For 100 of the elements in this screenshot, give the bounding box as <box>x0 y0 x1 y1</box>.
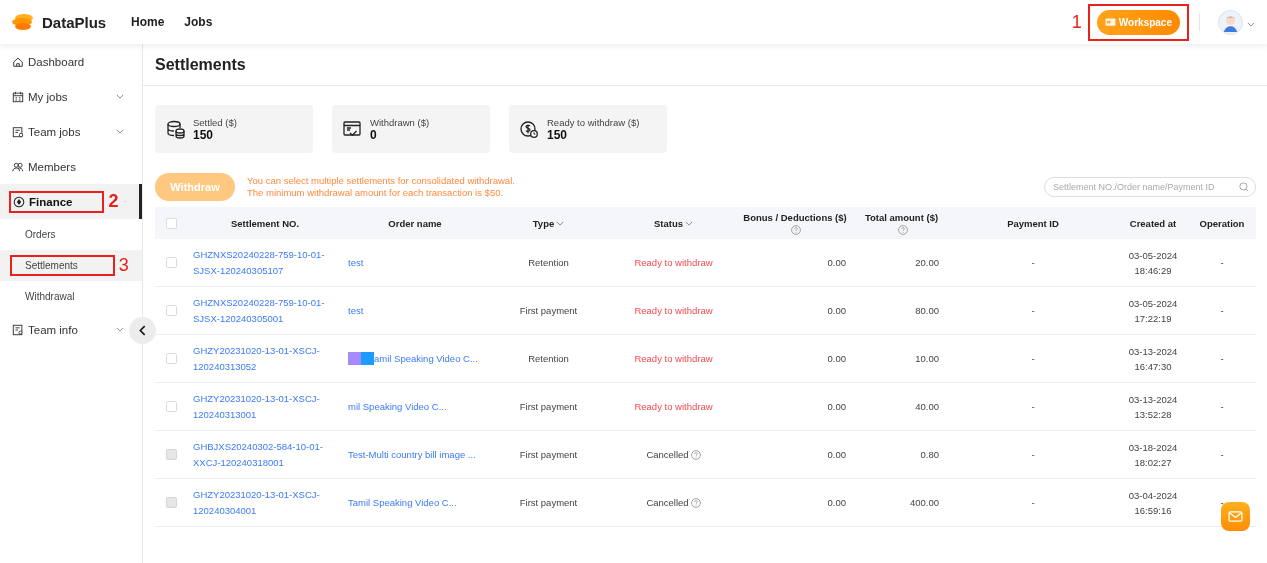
status-text: Cancelled <box>646 497 689 508</box>
checkbox[interactable] <box>166 217 177 229</box>
sidebar-item[interactable]: Dashboard <box>0 44 128 79</box>
table-cell: 20.00 <box>915 257 939 268</box>
column-header: Operation <box>1199 217 1245 229</box>
settlement-link[interactable]: GHZNXS20240228-759-10-01-SJSX-120240305001 <box>193 294 333 327</box>
chevron-icon <box>116 94 124 99</box>
table-cell: - <box>1031 401 1035 412</box>
menu-label: Settlements <box>25 260 78 271</box>
menu-label: Finance <box>29 195 73 208</box>
annotation-number: 1 <box>1071 11 1082 33</box>
order-link[interactable]: amil Speaking Video C... <box>374 350 478 367</box>
table-cell: - <box>1220 497 1224 508</box>
status-text: Ready to withdraw <box>634 401 713 412</box>
coin-icon <box>13 195 25 208</box>
table-cell: 0.00 <box>827 449 846 460</box>
column-header: Created at <box>1129 217 1177 229</box>
order-link[interactable]: test <box>348 254 364 271</box>
table-cell: - <box>1031 257 1035 268</box>
nav-link[interactable]: Home <box>131 15 165 29</box>
task-list-icon <box>12 125 24 138</box>
table-cell: 10.00 <box>915 353 939 364</box>
submenu-item[interactable]: Withdrawal <box>0 281 142 312</box>
type-text: Retention <box>528 257 569 268</box>
table-cell: - <box>1220 257 1224 268</box>
home-icon <box>12 55 24 68</box>
sidebar-item[interactable]: My jobs <box>0 79 128 114</box>
column-header: Total amount ($) <box>864 211 939 223</box>
workspace-button[interactable]: Workspace <box>1096 9 1180 35</box>
date-text: 03-13-2024 16:47:30 <box>1127 344 1179 374</box>
column-header: Bonus / Deductions ($) <box>743 211 847 223</box>
chevron-icon <box>1247 22 1255 27</box>
chevron-left-icon <box>139 325 146 336</box>
date-text: 03-04-2024 16:59:16 <box>1127 488 1179 518</box>
chevron-icon <box>116 327 124 332</box>
table-cell: - <box>1031 449 1035 460</box>
stat-value: 0 <box>370 127 378 142</box>
menu-label: My jobs <box>28 90 68 103</box>
column-header: Order name <box>388 217 442 229</box>
stat-value: 150 <box>193 127 215 142</box>
date-text: 03-05-2024 17:22:19 <box>1127 296 1179 326</box>
sidebar-item[interactable]: Finance 2 <box>0 184 142 219</box>
menu-label: Withdrawal <box>25 291 75 302</box>
table-cell: 0.00 <box>827 257 846 268</box>
table-cell: 0.00 <box>827 497 846 508</box>
page-title: Settlements <box>143 44 1267 86</box>
status-text: Ready to withdraw <box>634 305 713 316</box>
table-cell: 0.00 <box>827 353 846 364</box>
table-cell: - <box>1031 497 1035 508</box>
table-cell: - <box>1220 449 1224 460</box>
status-text: Ready to withdraw <box>634 353 713 364</box>
column-header: Type <box>532 217 555 229</box>
menu-label: Team info <box>28 323 78 336</box>
redaction-mark <box>361 352 374 365</box>
submenu-item[interactable]: Orders <box>0 219 142 250</box>
table-cell: 400.00 <box>909 497 939 508</box>
type-text: Retention <box>528 353 569 364</box>
logo-text: DataPlus <box>42 13 107 31</box>
annotation-number: 3 <box>118 255 129 276</box>
table-cell: - <box>1220 305 1224 316</box>
stat-label: Settled ($) <box>193 116 237 128</box>
table-cell: 40.00 <box>915 401 939 412</box>
notice-text: The minimum withdrawal amount for each transaction is $50. <box>247 187 505 199</box>
order-link[interactable]: test <box>348 302 364 319</box>
date-text: 03-18-2024 18:02:27 <box>1127 440 1179 470</box>
type-text: First payment <box>519 497 578 508</box>
checkbox[interactable] <box>166 305 177 316</box>
settlement-link[interactable]: GHZNXS20240228-759-10-01-SJSX-120240305107 <box>193 246 333 279</box>
collapse-button[interactable] <box>129 317 156 344</box>
menu-label: Dashboard <box>28 55 85 68</box>
table-cell: 0.00 <box>827 305 846 316</box>
type-text: First payment <box>519 305 578 316</box>
order-link[interactable]: mil Speaking Video C... <box>348 398 447 415</box>
date-text: 03-13-2024 13:52:28 <box>1127 392 1179 422</box>
nav-link[interactable]: Jobs <box>184 15 213 29</box>
type-text: First payment <box>519 449 578 460</box>
checkbox[interactable] <box>166 257 177 268</box>
people-icon <box>12 160 24 173</box>
settlement-link[interactable]: GHZY20231020-13-01-XSCJ-120240313001 <box>193 390 333 423</box>
table-cell: - <box>1220 353 1224 364</box>
settlement-link[interactable]: GHZY20231020-13-01-XSCJ-120240313052 <box>193 342 333 375</box>
checkbox[interactable] <box>166 353 177 364</box>
mail-button[interactable] <box>1221 502 1250 531</box>
avatar-icon[interactable] <box>1218 9 1243 35</box>
status-text: Cancelled <box>646 449 689 460</box>
sidebar-item[interactable]: Team info <box>0 312 128 347</box>
date-text: 03-05-2024 18:46:29 <box>1127 248 1179 278</box>
stat-label: Ready to withdraw ($) <box>547 116 640 128</box>
card-check-icon <box>342 119 362 139</box>
coins-stack-icon <box>165 119 185 139</box>
annotation-number: 2 <box>108 191 119 212</box>
submenu-item[interactable]: Settlements 3 <box>0 250 142 281</box>
checkbox[interactable] <box>166 401 177 412</box>
table-cell: 80.00 <box>915 305 939 316</box>
sidebar-item[interactable]: Team jobs <box>0 114 128 149</box>
dollar-clock-icon <box>519 119 539 139</box>
calendar-icon <box>12 90 24 103</box>
help-icon <box>690 449 701 460</box>
sidebar-item[interactable]: Members <box>0 149 128 184</box>
menu-label: Team jobs <box>28 125 81 138</box>
